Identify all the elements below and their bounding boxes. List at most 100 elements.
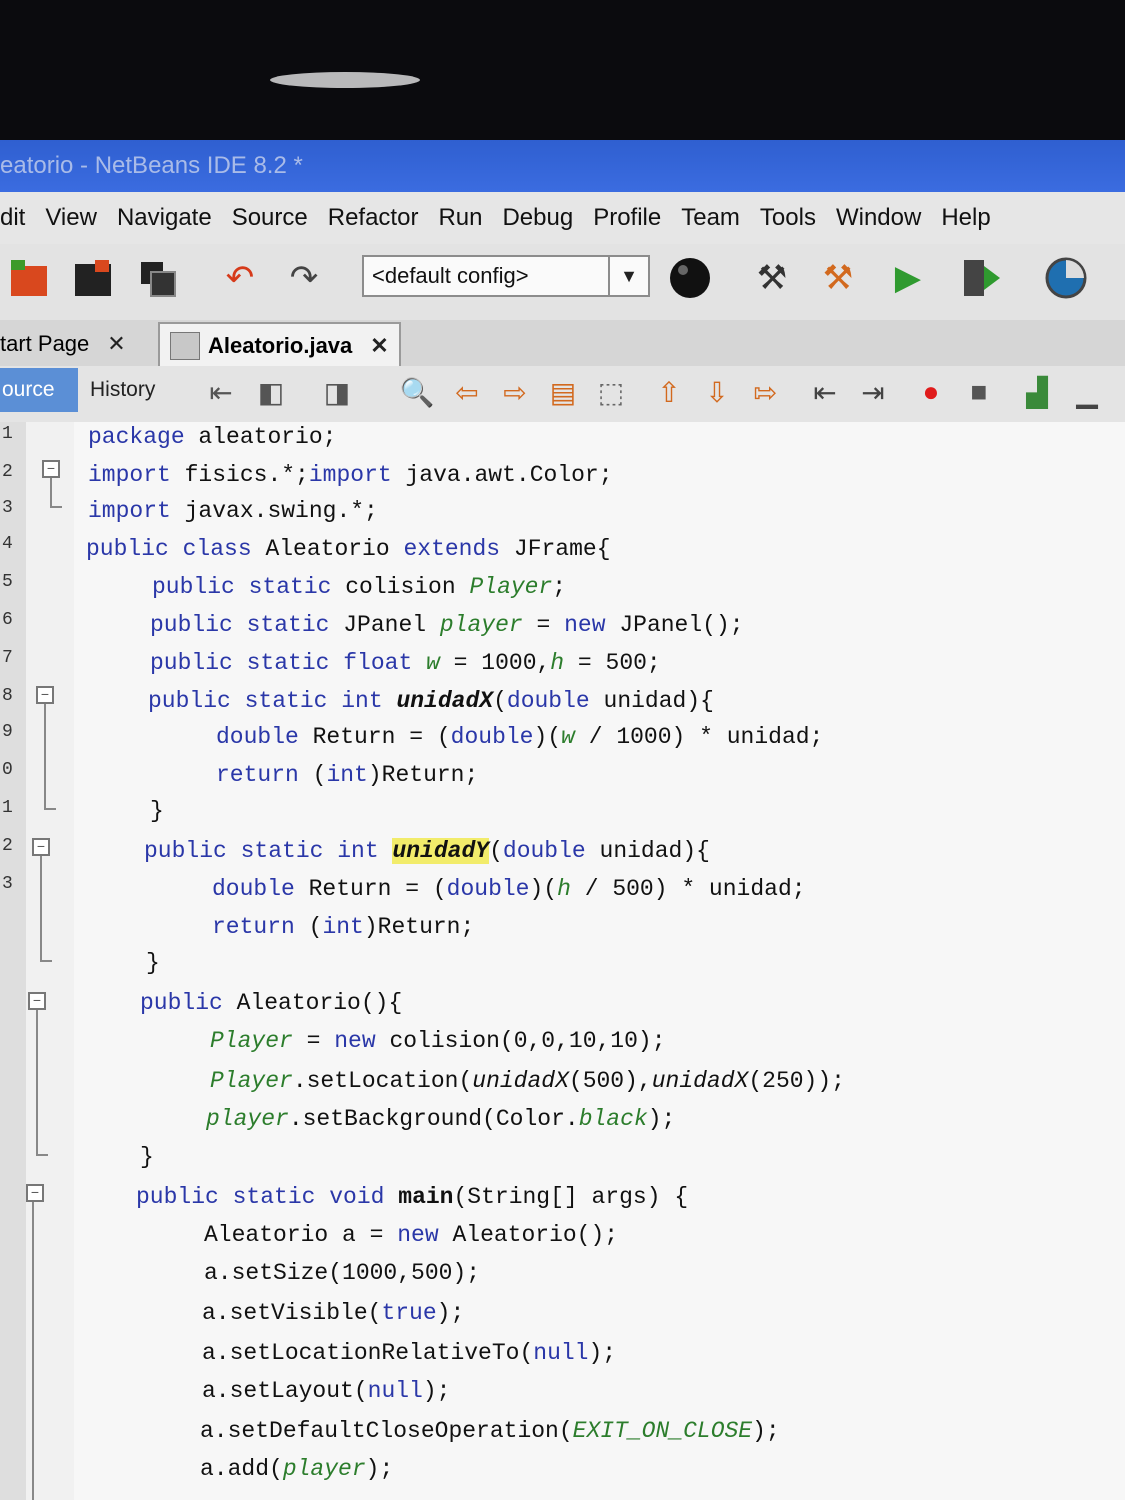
- new-file-icon[interactable]: [8, 256, 52, 300]
- record-macro-icon[interactable]: ●: [912, 372, 950, 412]
- code-line: }: [146, 950, 160, 976]
- code-line: a.setLocationRelativeTo(null);: [202, 1340, 616, 1366]
- code-text: Aleatorio a =: [204, 1222, 398, 1248]
- close-icon[interactable]: ✕: [370, 333, 388, 359]
- new-project-icon[interactable]: [72, 256, 116, 300]
- code-text: a.setDefaultCloseOperation(: [200, 1418, 573, 1444]
- code-line: public static int unidadY(double unidad)…: [144, 838, 710, 864]
- previous-bookmark-icon[interactable]: ⇧: [650, 372, 688, 412]
- source-view-button[interactable]: ource: [0, 368, 78, 412]
- menu-help[interactable]: Help: [941, 204, 990, 232]
- find-next-icon[interactable]: ⇨: [496, 372, 534, 412]
- code-text: Aleatorio: [251, 536, 404, 562]
- code-line: public static void main(String[] args) {: [136, 1184, 688, 1210]
- comment-icon[interactable]: ▟: [1018, 372, 1056, 412]
- code-text: =: [292, 1028, 335, 1054]
- code-text: );: [752, 1418, 780, 1444]
- uncomment-icon[interactable]: ▁: [1068, 372, 1106, 412]
- method-call: unidadX: [651, 1068, 749, 1094]
- debug-icon[interactable]: [960, 256, 1004, 300]
- field-name: Player: [210, 1068, 293, 1094]
- redo-icon[interactable]: ↷: [282, 256, 326, 300]
- open-project-icon[interactable]: [136, 256, 180, 300]
- back-icon[interactable]: ◧: [252, 372, 290, 412]
- field-name: player: [206, 1106, 289, 1132]
- menu-run[interactable]: Run: [438, 204, 482, 232]
- menu-tools[interactable]: Tools: [760, 204, 816, 232]
- field-name: Player: [469, 574, 553, 600]
- tab-start-page[interactable]: tart Page ✕: [0, 324, 150, 364]
- close-icon[interactable]: ✕: [107, 331, 125, 357]
- menu-profile[interactable]: Profile: [593, 204, 661, 232]
- code-line: }: [140, 1144, 154, 1170]
- stop-macro-icon[interactable]: ■: [960, 372, 998, 412]
- editor-tabs: tart Page ✕ Aleatorio.java ✕: [0, 320, 1125, 368]
- forward-icon[interactable]: ◨: [318, 372, 356, 412]
- code-text: (: [489, 838, 503, 864]
- menu-view[interactable]: View: [45, 204, 97, 232]
- editor-toolbar: ource History ⇤ ◧ ◨ 🔍 ⇦ ⇨ ▤ ⬚ ⇧ ⇩ ⇰ ⇤ ⇥ …: [0, 366, 1125, 423]
- keyword: null: [367, 1378, 423, 1404]
- menu-debug[interactable]: Debug: [502, 204, 573, 232]
- code-text: / 1000) * unidad;: [574, 724, 824, 750]
- code-text: = 500;: [564, 650, 661, 676]
- menu-edit[interactable]: dit: [0, 204, 25, 232]
- keyword: double: [446, 876, 530, 902]
- menu-navigate[interactable]: Navigate: [117, 204, 212, 232]
- code-text: )Return;: [367, 762, 479, 788]
- build-icon[interactable]: [668, 256, 712, 300]
- keyword: import: [88, 462, 171, 488]
- shift-left-icon[interactable]: ⇤: [806, 372, 844, 412]
- code-line: public static float w = 1000,h = 500;: [150, 650, 661, 676]
- tab-aleatorio-java[interactable]: Aleatorio.java ✕: [158, 322, 401, 368]
- code-text: / 500) * unidad;: [570, 876, 806, 902]
- history-view-button[interactable]: History: [90, 368, 155, 412]
- code-line: import javax.swing.*;: [88, 498, 378, 524]
- code-line: public static JPanel player = new JPanel…: [150, 612, 744, 638]
- shift-right-icon[interactable]: ⇥: [854, 372, 892, 412]
- code-area[interactable]: package aleatorio; import fisics.*;impor…: [0, 422, 1125, 1500]
- code-text: java.awt.Color;: [391, 462, 613, 488]
- code-editor[interactable]: 1 2 3 4 5 6 7 8 9 0 1 2 3 − − − − − pack…: [0, 422, 1125, 1500]
- keyword: double: [216, 724, 299, 750]
- code-line: public Aleatorio(){: [140, 990, 402, 1016]
- find-previous-icon[interactable]: ⇦: [448, 372, 486, 412]
- code-text: );: [365, 1456, 394, 1482]
- title-bar: eatorio - NetBeans IDE 8.2 *: [0, 140, 1125, 192]
- profile-icon[interactable]: [1044, 256, 1088, 300]
- chevron-down-icon[interactable]: ▼: [608, 257, 648, 295]
- clean-build-icon[interactable]: ⚒: [816, 256, 860, 300]
- menu-bar: dit View Navigate Source Refactor Run De…: [0, 192, 1125, 245]
- toggle-highlight-icon[interactable]: ▤: [544, 372, 582, 412]
- code-line: public class Aleatorio extends JFrame{: [86, 536, 611, 562]
- find-icon[interactable]: 🔍: [398, 372, 436, 412]
- menu-refactor[interactable]: Refactor: [328, 204, 419, 232]
- toggle-bookmark-icon[interactable]: ⇰: [746, 372, 784, 412]
- menu-team[interactable]: Team: [681, 204, 740, 232]
- menu-source[interactable]: Source: [232, 204, 308, 232]
- code-text: Aleatorio();: [438, 1222, 619, 1248]
- code-text: JPanel: [329, 612, 440, 638]
- code-text: colision: [331, 574, 470, 600]
- field-name: player: [282, 1456, 366, 1482]
- keyword: public static: [150, 612, 330, 638]
- code-text: Return = (: [294, 876, 447, 902]
- hammer-icon[interactable]: ⚒: [750, 256, 794, 300]
- code-line: Aleatorio a = new Aleatorio();: [204, 1222, 618, 1248]
- code-line: a.setDefaultCloseOperation(EXIT_ON_CLOSE…: [200, 1418, 780, 1444]
- last-edit-icon[interactable]: ⇤: [202, 372, 240, 412]
- undo-icon[interactable]: ↶: [218, 256, 262, 300]
- run-icon[interactable]: ▶: [886, 256, 930, 300]
- keyword: new: [334, 1028, 376, 1054]
- field-name: h: [557, 876, 571, 902]
- config-dropdown[interactable]: <default config> ▼: [362, 255, 650, 297]
- code-text: (: [493, 688, 507, 714]
- code-text: JFrame{: [500, 536, 611, 562]
- code-text: a.setLocationRelativeTo(: [202, 1340, 534, 1366]
- rectangular-selection-icon[interactable]: ⬚: [592, 372, 630, 412]
- next-bookmark-icon[interactable]: ⇩: [698, 372, 736, 412]
- keyword: public static int: [148, 688, 383, 714]
- menu-window[interactable]: Window: [836, 204, 921, 232]
